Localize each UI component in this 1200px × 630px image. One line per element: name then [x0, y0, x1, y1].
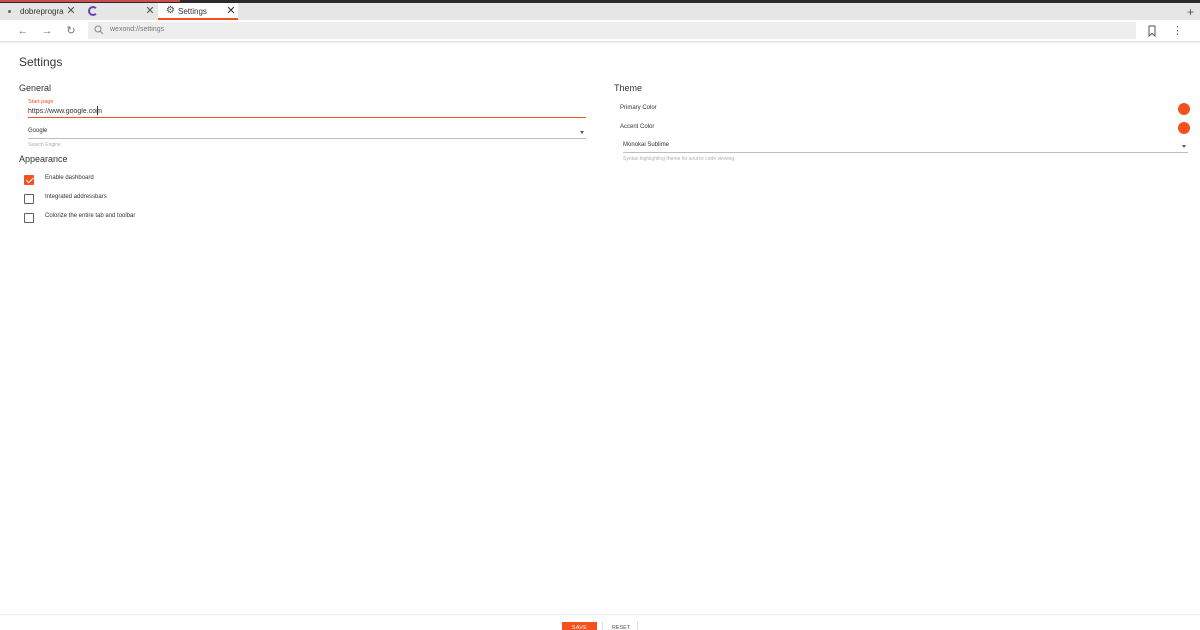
bookmark-icon[interactable]: [1146, 24, 1158, 38]
section-title-appearance: Appearance: [19, 154, 68, 164]
enable-dashboard-label: Enable dashboard: [45, 175, 94, 181]
footer-divider: [637, 621, 638, 630]
dropdown-arrow-icon: [580, 131, 584, 134]
syntax-theme-value: Monokai Sublime: [623, 142, 670, 148]
tab-label: Settings: [178, 7, 207, 16]
dropdown-arrow-icon: [1182, 145, 1186, 148]
gear-icon: ⚙: [166, 5, 175, 16]
colorize-tab-checkbox[interactable]: [24, 212, 34, 223]
more-menu-icon[interactable]: ⋮: [1172, 24, 1183, 38]
primary-color-label: Primary Color: [620, 105, 657, 111]
enable-dashboard-checkbox[interactable]: [24, 174, 34, 185]
new-tab-button[interactable]: +: [1187, 6, 1194, 18]
section-title-general: General: [19, 83, 52, 93]
page-title: Settings: [19, 55, 63, 69]
start-page-label: Start page: [28, 99, 54, 105]
tab-settings[interactable]: ⚙ Settings ✕: [158, 3, 238, 20]
tab-label: dobreprogra...: [20, 7, 64, 16]
enable-dashboard-option[interactable]: Enable dashboard: [24, 174, 94, 185]
back-arrow-icon[interactable]: ←: [16, 24, 30, 38]
reset-button[interactable]: RESET: [607, 622, 635, 630]
search-engine-value: Google: [28, 128, 48, 134]
accent-color-label: Accent Color: [620, 124, 655, 130]
address-bar[interactable]: wexond://settings: [88, 22, 1136, 39]
syntax-theme-help: Syntax highlighting theme for source cod…: [623, 156, 735, 162]
text-cursor: [97, 106, 98, 115]
window-top-accent: [0, 0, 180, 2]
search-engine-help: Search Engine: [28, 142, 61, 148]
close-icon[interactable]: ✕: [65, 5, 77, 17]
address-url: wexond://settings: [110, 26, 165, 33]
tab-loading[interactable]: ✕: [82, 3, 158, 20]
close-icon[interactable]: ✕: [225, 5, 237, 17]
integrated-addressbars-checkbox[interactable]: [24, 193, 34, 204]
accent-color-swatch[interactable]: [1178, 122, 1190, 134]
search-engine-dropdown[interactable]: Google: [28, 126, 586, 139]
reload-icon[interactable]: ↻: [64, 24, 78, 38]
footer-divider: [602, 621, 603, 630]
colorize-tab-option[interactable]: Colorize the entire tab and toolbar: [24, 212, 135, 223]
loading-spinner-icon: [88, 6, 98, 16]
start-page-input[interactable]: [28, 106, 586, 118]
close-icon[interactable]: ✕: [144, 5, 156, 17]
forward-arrow-icon[interactable]: →: [40, 24, 54, 38]
colorize-tab-label: Colorize the entire tab and toolbar: [45, 213, 136, 219]
primary-color-swatch[interactable]: [1178, 103, 1190, 115]
settings-footer: SAVE RESET: [0, 614, 1200, 630]
syntax-theme-dropdown[interactable]: Monokai Sublime: [623, 140, 1188, 153]
integrated-addressbars-label: Integrated addressbars: [45, 194, 107, 200]
section-title-theme: Theme: [614, 83, 643, 93]
save-button[interactable]: SAVE: [562, 622, 597, 630]
dot-icon: [8, 10, 11, 13]
tab-dobreprogramy[interactable]: dobreprogra... ✕: [0, 3, 80, 20]
toolbar: ← → ↻ wexond://settings ⋮: [0, 20, 1200, 42]
integrated-addressbars-option[interactable]: Integrated addressbars: [24, 193, 107, 204]
search-icon: [94, 25, 104, 35]
tab-strip: dobreprogra... ✕ ✕ ⚙ Settings ✕ +: [0, 3, 1200, 20]
